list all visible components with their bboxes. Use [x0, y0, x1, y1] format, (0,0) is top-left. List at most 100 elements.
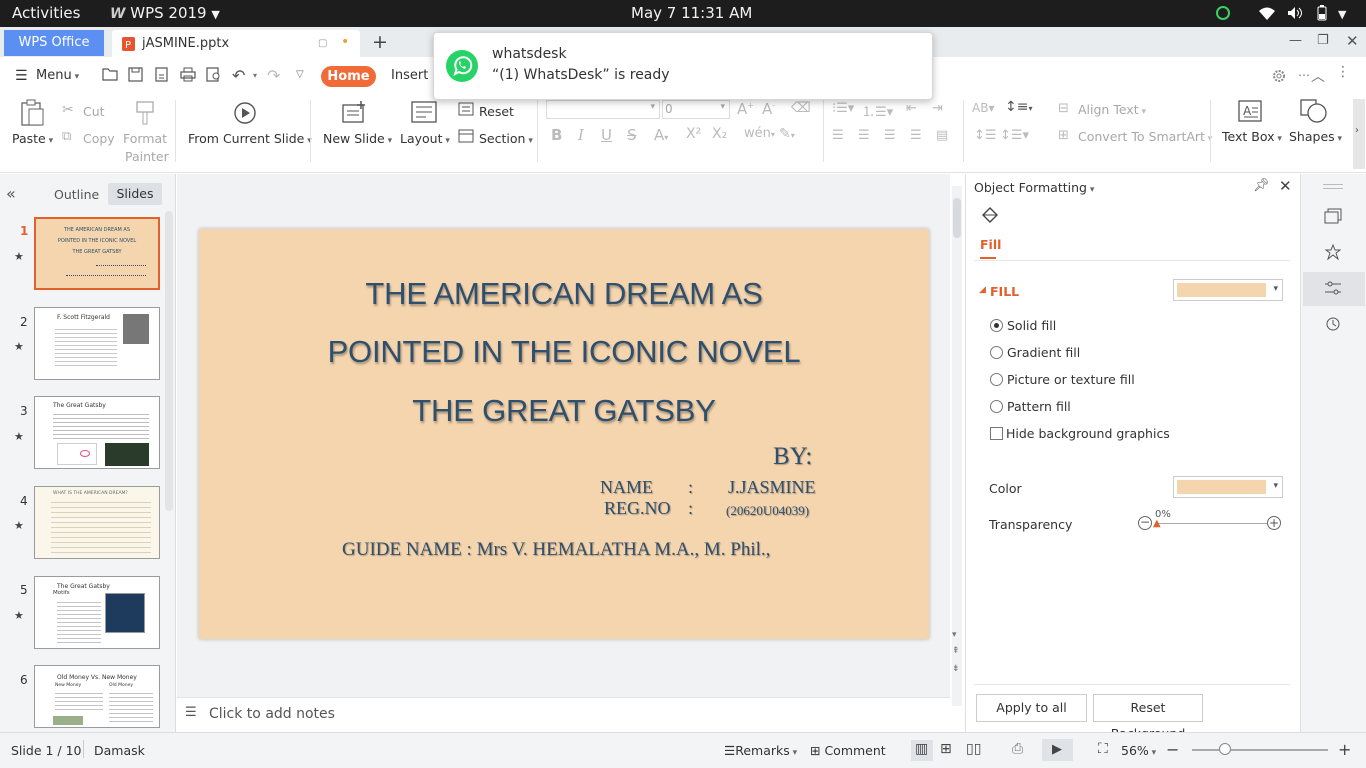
paragraph-spacing-icon[interactable]: ↕☰▾	[1000, 128, 1029, 143]
play-slideshow-button[interactable]: ▶	[1042, 739, 1073, 761]
increase-transparency-icon[interactable]: +	[1267, 516, 1281, 530]
slide-thumbnail[interactable]: F. Scott Fitzgerald	[34, 307, 160, 380]
cut-button[interactable]: Cut	[83, 104, 105, 119]
transparency-slider-thumb[interactable]: ▲	[1153, 518, 1161, 529]
hide-background-checkbox[interactable]	[990, 427, 1003, 440]
format-painter-label-2[interactable]: Painter	[125, 149, 169, 164]
object-formatting-title[interactable]: Object Formatting	[974, 180, 1094, 195]
text-direction-icon[interactable]: AB▾	[972, 101, 994, 115]
slide-thumbnail[interactable]: WHAT IS THE AMERICAN DREAM?	[34, 486, 160, 559]
bold-icon[interactable]: B	[551, 126, 562, 144]
text-box-icon[interactable]: A	[1238, 100, 1262, 122]
restore-button[interactable]: ❐	[1317, 33, 1329, 48]
slide-by-label[interactable]: BY:	[773, 443, 812, 471]
customize-toolbar-icon[interactable]: ▽	[296, 69, 304, 80]
text-box-button[interactable]: Text Box	[1222, 129, 1282, 144]
system-menu-chevron-icon[interactable]: ▼	[1338, 6, 1346, 24]
comment-button[interactable]: ⊞ Comment	[810, 743, 886, 758]
zoom-slider-thumb[interactable]	[1219, 743, 1231, 755]
canvas-scrollbar[interactable]: ▾ ⇞ ⇟	[952, 186, 962, 706]
strikethrough-icon[interactable]: S	[627, 126, 637, 144]
remarks-button[interactable]: ☰Remarks	[724, 743, 797, 758]
wifi-icon[interactable]	[1259, 6, 1275, 20]
convert-to-smartart-button[interactable]: Convert To SmartArt	[1078, 129, 1212, 144]
solid-fill-label[interactable]: Solid fill	[1007, 318, 1056, 333]
previous-slide-icon[interactable]: ⇞	[952, 646, 960, 656]
numbering-icon[interactable]: ⒈☰▾	[862, 101, 893, 120]
normal-view-button[interactable]: ▥	[911, 740, 933, 761]
distribute-icon[interactable]: ▤	[936, 128, 948, 143]
network-status-icon[interactable]	[1216, 6, 1230, 20]
new-slide-icon[interactable]	[342, 100, 368, 124]
fit-window-icon[interactable]: ⛶	[1098, 741, 1108, 757]
canvas-scrollbar-thumb[interactable]	[953, 198, 961, 238]
app-menu[interactable]: W WPS 2019 ▼	[110, 4, 220, 24]
format-painter-label-1[interactable]: Format	[123, 131, 167, 146]
print-icon[interactable]	[180, 67, 196, 82]
font-name-select[interactable]: ▾	[546, 100, 660, 119]
next-slide-icon[interactable]: ⇟	[952, 664, 960, 674]
slide-guide-name[interactable]: GUIDE NAME : Mrs V. HEMALATHA M.A., M. P…	[342, 539, 770, 561]
properties-sliders-icon[interactable]	[1324, 280, 1342, 296]
slide-reg-label[interactable]: REG.NO	[604, 498, 671, 519]
cut-icon[interactable]: ✂	[62, 102, 74, 118]
layout-button[interactable]: Layout	[400, 131, 450, 146]
main-menu-button[interactable]: Menu	[36, 68, 79, 83]
slide-title-line-1[interactable]: THE AMERICAN DREAM AS	[199, 276, 929, 312]
decrease-indent-icon[interactable]: ⇤	[906, 101, 917, 116]
align-center-icon[interactable]: ☰	[858, 128, 870, 143]
highlight-icon[interactable]: ✎▾	[779, 126, 795, 142]
slide-thumbnail[interactable]: The Great Gatsby	[34, 396, 160, 469]
hide-background-label[interactable]: Hide background graphics	[1006, 426, 1170, 441]
increase-font-icon[interactable]: A+	[737, 100, 754, 118]
apply-to-all-button[interactable]: Apply to all	[976, 694, 1087, 722]
clock[interactable]: May 7 11:31 AM	[631, 4, 752, 22]
fill-bucket-icon[interactable]	[980, 206, 1000, 226]
document-tab[interactable]: P jASMINE.pptx ▢ •	[112, 30, 360, 57]
picture-fill-radio[interactable]	[990, 373, 1003, 386]
slide-name-value[interactable]: J.JASMINE	[728, 477, 816, 498]
bullets-icon[interactable]: ⁝☰▾	[832, 101, 854, 116]
slide-thumbnail[interactable]: The Great Gatsby Motifs	[34, 576, 160, 649]
tab-fill[interactable]: Fill	[980, 237, 1001, 252]
paste-icon[interactable]	[19, 99, 45, 127]
drag-handle-icon[interactable]	[1323, 184, 1343, 185]
line-spacing-a-icon[interactable]: ↕☰	[974, 128, 997, 143]
close-pane-icon[interactable]: ✕	[1279, 177, 1292, 195]
smartart-icon[interactable]: ⊞	[1058, 128, 1069, 143]
slide-switch-icon[interactable]	[1324, 208, 1342, 224]
fill-section-header[interactable]: FILL	[990, 284, 1019, 299]
slide-thumbnail[interactable]: Old Money Vs. New Money New Money Old Mo…	[34, 665, 160, 728]
copy-icon[interactable]: ⧉	[62, 129, 71, 144]
zoom-out-button[interactable]: −	[1166, 740, 1179, 759]
redo-icon[interactable]: ↷	[267, 66, 280, 85]
solid-fill-radio[interactable]	[990, 319, 1003, 332]
undo-dropdown-icon[interactable]: ▾	[253, 71, 257, 80]
color-dropdown[interactable]: ▾	[1173, 476, 1283, 498]
presenter-tools-icon[interactable]: ⎙	[1012, 741, 1023, 757]
section-icon[interactable]	[458, 129, 474, 143]
paste-button[interactable]: Paste	[12, 131, 53, 146]
new-slide-button[interactable]: New Slide	[323, 131, 392, 146]
line-spacing-icon[interactable]: ↕≡▾	[1005, 99, 1032, 115]
zoom-in-button[interactable]: +	[1338, 740, 1351, 759]
tab-insert[interactable]: Insert	[391, 68, 428, 83]
save-icon[interactable]	[128, 67, 143, 82]
slide-thumbnail[interactable]: THE AMERICAN DREAM AS POINTED IN THE ICO…	[34, 217, 160, 290]
font-color-icon[interactable]: A▾	[654, 126, 668, 144]
justify-icon[interactable]: ☰	[910, 128, 922, 143]
battery-icon[interactable]	[1317, 5, 1327, 21]
gradient-fill-radio[interactable]	[990, 346, 1003, 359]
slides-panel-scrollbar[interactable]	[165, 211, 173, 511]
increase-indent-icon[interactable]: ⇥	[932, 101, 943, 116]
pattern-fill-label[interactable]: Pattern fill	[1007, 399, 1071, 414]
window-mode-icon[interactable]: ▢	[318, 38, 327, 49]
tab-slides[interactable]: Slides	[108, 183, 162, 205]
slide-name-label[interactable]: NAME	[600, 477, 653, 498]
scroll-down-icon[interactable]: ▾	[952, 630, 957, 640]
current-slide[interactable]: THE AMERICAN DREAM AS POINTED IN THE ICO…	[199, 229, 929, 639]
reading-view-icon[interactable]: ▯▯	[966, 741, 981, 757]
italic-icon[interactable]: I	[578, 126, 584, 144]
undo-icon[interactable]: ↶	[232, 66, 245, 85]
gradient-fill-label[interactable]: Gradient fill	[1007, 345, 1080, 360]
